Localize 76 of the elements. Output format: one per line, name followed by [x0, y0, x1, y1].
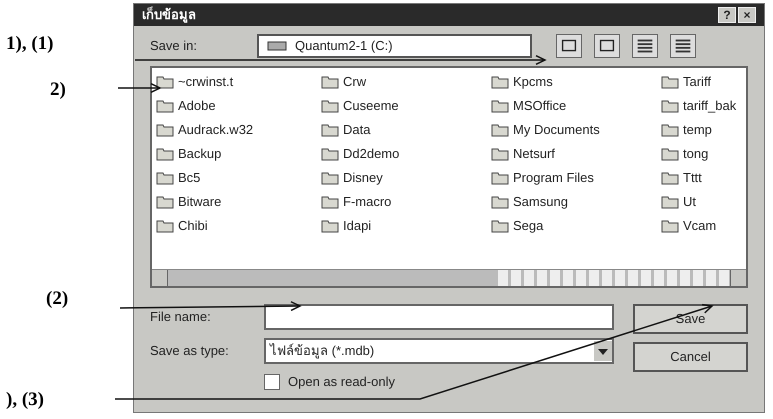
folder-item[interactable]: Audrack.w32: [156, 118, 321, 142]
folder-item[interactable]: Samsung: [491, 190, 661, 214]
field-label: File name:: [150, 308, 212, 326]
folder-icon: [491, 75, 509, 89]
folder-item[interactable]: tong: [661, 142, 742, 166]
annotation-label: (2): [46, 287, 68, 311]
folder-item[interactable]: Idapi: [321, 214, 491, 238]
folder-icon: [661, 147, 679, 161]
list-view-icon[interactable]: [632, 34, 658, 58]
folder-icon: [661, 75, 679, 89]
folder-item[interactable]: Tariff: [661, 70, 742, 94]
folder-item[interactable]: Crw: [321, 70, 491, 94]
folder-icon: [491, 195, 509, 209]
folder-icon: [156, 99, 174, 113]
folder-icon: [491, 99, 509, 113]
folder-icon: [491, 123, 509, 137]
folder-item[interactable]: Netsurf: [491, 142, 661, 166]
folder-icon: [156, 147, 174, 161]
folder-item[interactable]: Sega: [491, 214, 661, 238]
leader-line: [118, 82, 162, 94]
folder-icon: [156, 123, 174, 137]
folder-icon: [491, 219, 509, 233]
folder-item[interactable]: Chibi: [156, 214, 321, 238]
read-only-checkbox[interactable]: [264, 374, 280, 390]
annotation-label: 2): [50, 78, 66, 102]
annotation-label: 1), (1): [6, 32, 54, 56]
folder-icon: [321, 195, 339, 209]
folder-item[interactable]: Bitware: [156, 190, 321, 214]
folder-item[interactable]: tariff_bak: [661, 94, 742, 118]
file-type-dropdown[interactable]: ไฟล์ข้อมูล (*.mdb): [264, 338, 614, 364]
horizontal-scrollbar[interactable]: [152, 269, 746, 286]
folder-icon: [156, 75, 174, 89]
folder-icon: [321, 219, 339, 233]
folder-item[interactable]: Tttt: [661, 166, 742, 190]
folder-icon: [321, 147, 339, 161]
folder-item[interactable]: Program Files: [491, 166, 661, 190]
folder-item[interactable]: My Documents: [491, 118, 661, 142]
checkbox-label: Open as read-only: [288, 373, 395, 391]
location-dropdown[interactable]: Quantum2-1 (C:): [257, 34, 532, 58]
folder-item[interactable]: Data: [321, 118, 491, 142]
folder-icon: [491, 171, 509, 185]
folder-icon: [321, 123, 339, 137]
folder-icon: [321, 75, 339, 89]
folder-item[interactable]: temp: [661, 118, 742, 142]
folder-item[interactable]: Adobe: [156, 94, 321, 118]
folder-icon: [491, 147, 509, 161]
folder-item[interactable]: Vcam: [661, 214, 742, 238]
folder-icon: [661, 99, 679, 113]
annotation-label: ), (3): [6, 388, 44, 412]
cancel-button[interactable]: Cancel: [633, 342, 748, 372]
help-button[interactable]: ?: [718, 7, 736, 23]
folder-item[interactable]: MSOffice: [491, 94, 661, 118]
folder-item[interactable]: Disney: [321, 166, 491, 190]
folder-icon: [661, 195, 679, 209]
close-button[interactable]: ×: [738, 7, 756, 23]
file-name-field[interactable]: [264, 304, 614, 330]
folder-icon: [156, 219, 174, 233]
folder-icon: [661, 219, 679, 233]
folder-item[interactable]: Bc5: [156, 166, 321, 190]
folder-item[interactable]: Ut: [661, 190, 742, 214]
folder-item[interactable]: ~crwinst.t: [156, 70, 321, 94]
save-button[interactable]: Save: [633, 304, 748, 334]
folder-icon: [661, 123, 679, 137]
folder-item[interactable]: Backup: [156, 142, 321, 166]
folder-icon: [321, 171, 339, 185]
folder-item[interactable]: Kpcms: [491, 70, 661, 94]
field-label: Save in:: [150, 37, 198, 56]
field-label: Save as type:: [150, 342, 230, 360]
folder-icon: [661, 171, 679, 185]
folder-icon: [156, 171, 174, 185]
window-title: เก็บข้อมูล: [142, 6, 196, 25]
folder-icon: [156, 195, 174, 209]
folder-icon: [321, 99, 339, 113]
folder-item[interactable]: Cuseeme: [321, 94, 491, 118]
folder-item[interactable]: Dd2demo: [321, 142, 491, 166]
folder-item[interactable]: F-macro: [321, 190, 491, 214]
